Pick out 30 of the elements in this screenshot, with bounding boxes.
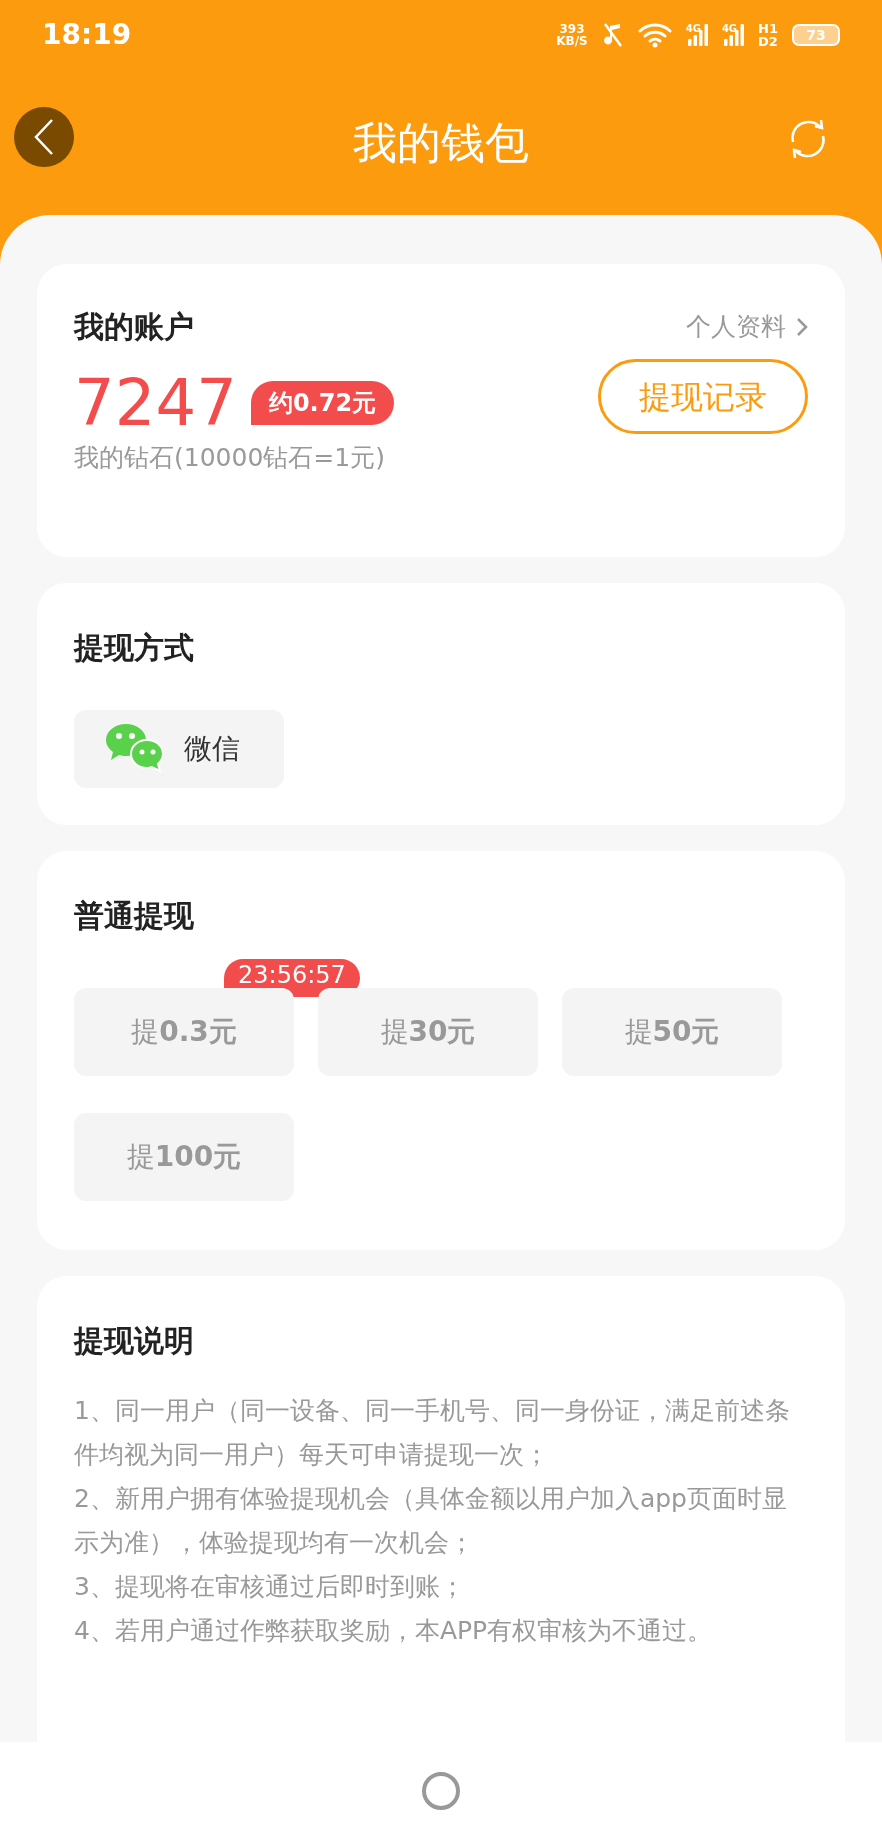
chat-bubbles-icon (106, 724, 164, 774)
network-speed: 393 KB/S (556, 23, 588, 47)
chevron-right-icon (796, 316, 808, 337)
note-paragraph: 3、提现将在审核通过后即时到账； (74, 1571, 466, 1603)
wechat-option[interactable]: 微信 (74, 710, 284, 788)
amount-option[interactable]: 提0.3元 (74, 988, 294, 1076)
home-button[interactable] (422, 1771, 460, 1810)
note-paragraph: 4、若用户通过作弊获取奖励，本APP有权审核为不通过。 (74, 1615, 714, 1647)
withdraw-record-button[interactable]: 提现记录 (598, 359, 808, 434)
card-title: 提现说明 (74, 1322, 195, 1360)
note-paragraph: 2、新用户拥有体验提现机会（具体金额以用户加入app页面时显示为准），体验提现均有一次机会； (74, 1483, 788, 1559)
mute-icon (601, 22, 624, 48)
amount-option[interactable]: 提30元 (318, 988, 538, 1076)
chevron-left-icon (33, 118, 55, 156)
note-paragraph: 1、同一用户（同一设备、同一手机号、同一身份证，满足前述条件均视为同一用户）每天可申请提现一次； (74, 1395, 791, 1471)
card-title: 普通提现 (74, 897, 195, 935)
amount-option[interactable]: 提100元 (74, 1113, 294, 1201)
wifi-icon (637, 22, 672, 48)
card-title: 提现方式 (74, 629, 195, 667)
hd-indicator: H1 D2 (758, 22, 778, 48)
page-title: 我的钱包 (353, 115, 529, 170)
diamond-count: 7247 (74, 371, 237, 435)
status-time: 18:19 (42, 17, 132, 53)
profile-link[interactable]: 个人资料 (686, 307, 808, 346)
diamond-caption: 我的钻石(10000钻石=1元) (74, 442, 386, 474)
card-title: 我的账户 (74, 308, 194, 346)
amount-option[interactable]: 提50元 (562, 988, 782, 1076)
battery-indicator: 73 (792, 24, 840, 46)
back-button[interactable] (14, 107, 74, 167)
approx-value-tag: 约0.72元 (250, 381, 395, 425)
